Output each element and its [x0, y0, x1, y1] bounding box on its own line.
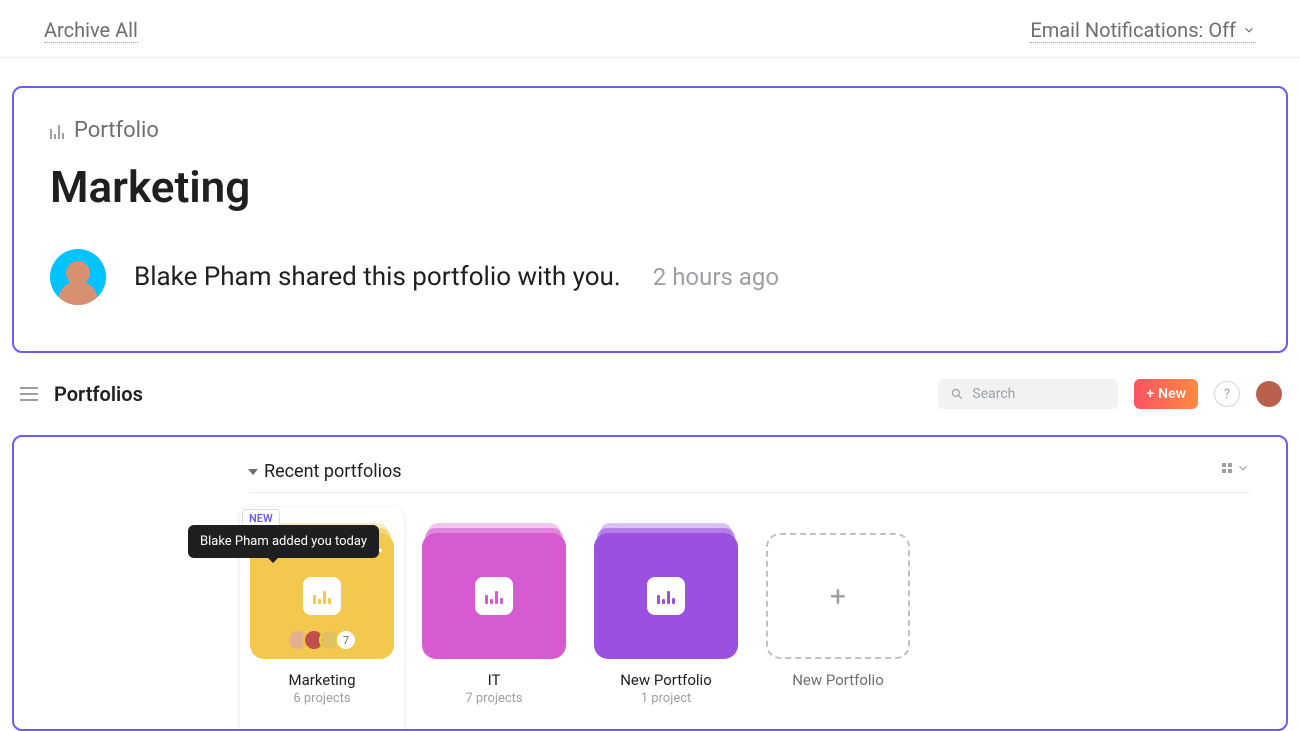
- portfolios-section: Recent portfolios Blake Pham added you t…: [12, 435, 1288, 731]
- view-toggle[interactable]: [1222, 461, 1250, 475]
- actor-avatar[interactable]: [50, 249, 106, 305]
- menu-icon[interactable]: [20, 387, 38, 401]
- notification-message: Blake Pham shared this portfolio with yo…: [134, 262, 621, 292]
- email-notifications-label: Email Notifications: Off: [1030, 18, 1236, 42]
- portfolio-icon: [647, 577, 685, 615]
- portfolio-icon: [475, 577, 513, 615]
- page-title: Portfolios: [54, 382, 143, 406]
- chevron-down-icon: [1236, 461, 1250, 475]
- tile-subtitle: 7 projects: [422, 691, 566, 706]
- grid-view-icon: [1222, 463, 1232, 473]
- tile-subtitle: 1 project: [594, 691, 738, 706]
- chevron-down-icon: [1242, 23, 1256, 37]
- portfolio-tile-marketing[interactable]: Blake Pham added you today NEW ☆ •••: [250, 533, 394, 706]
- new-button-label: New: [1158, 386, 1186, 402]
- notification-title: Marketing: [50, 161, 1250, 213]
- help-button[interactable]: ?: [1214, 381, 1240, 407]
- plus-icon: +: [830, 580, 846, 613]
- disclosure-triangle-icon: [248, 469, 258, 475]
- search-icon: [950, 387, 964, 401]
- member-avatars[interactable]: 7: [287, 629, 357, 651]
- page-header: Portfolios Search + New ?: [0, 371, 1300, 417]
- section-title: Recent portfolios: [264, 461, 402, 482]
- search-placeholder: Search: [972, 386, 1015, 402]
- portfolio-tile-it[interactable]: IT 7 projects: [422, 533, 566, 706]
- portfolio-tiles: Blake Pham added you today NEW ☆ •••: [250, 511, 1250, 706]
- section-header[interactable]: Recent portfolios: [250, 461, 1250, 482]
- tile-subtitle: 6 projects: [250, 691, 394, 706]
- portfolio-icon: [50, 123, 64, 139]
- add-portfolio-tile[interactable]: + New Portfolio: [766, 533, 910, 706]
- notification-time: 2 hours ago: [653, 263, 779, 291]
- tile-title: New Portfolio: [594, 671, 738, 689]
- member-overflow-count: 7: [335, 629, 357, 651]
- breadcrumb-label: Portfolio: [74, 118, 159, 143]
- tooltip: Blake Pham added you today: [188, 525, 379, 558]
- plus-icon: +: [1146, 386, 1154, 402]
- email-notifications-toggle[interactable]: Email Notifications: Off: [1030, 18, 1256, 43]
- new-button[interactable]: + New: [1134, 379, 1198, 409]
- notification-breadcrumb: Portfolio: [50, 118, 1250, 143]
- archive-all-link[interactable]: Archive All: [44, 18, 138, 43]
- divider: [250, 492, 1250, 493]
- portfolio-tile-new-portfolio[interactable]: New Portfolio 1 project: [594, 533, 738, 706]
- portfolio-icon: [303, 577, 341, 615]
- tile-title: New Portfolio: [766, 671, 910, 689]
- tile-title: IT: [422, 671, 566, 689]
- shared-portfolio-notification[interactable]: Portfolio Marketing Blake Pham shared th…: [12, 86, 1288, 353]
- tile-title: Marketing: [250, 671, 394, 689]
- user-avatar[interactable]: [1256, 381, 1282, 407]
- search-input[interactable]: Search: [938, 379, 1118, 409]
- topbar: Archive All Email Notifications: Off: [0, 0, 1300, 58]
